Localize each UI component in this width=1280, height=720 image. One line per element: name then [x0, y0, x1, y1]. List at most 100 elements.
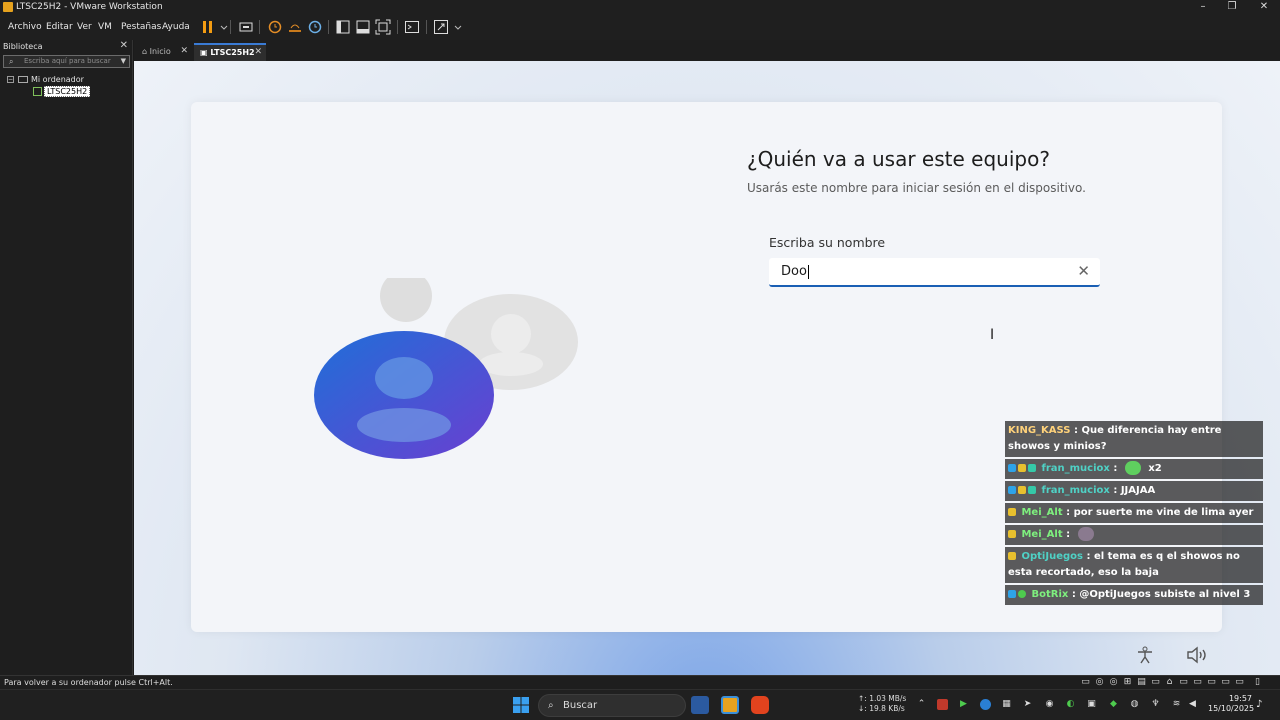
chat-username: Mei_Alt [1021, 529, 1063, 540]
discord-icon[interactable]: ◉ [1044, 699, 1055, 710]
tab-ltsc25h2[interactable]: ▣ LTSC25H2 ✕ [194, 43, 266, 61]
tray-app-icon[interactable]: ▶ [958, 699, 969, 710]
device-icon[interactable]: ▭ [1080, 677, 1091, 688]
snapshot-icon[interactable] [267, 19, 283, 35]
window-title: LTSC25H2 - VMware Workstation [16, 2, 163, 12]
text-cursor-icon: I [990, 327, 995, 343]
badge-icon [1008, 590, 1016, 598]
tree-node-vm[interactable]: LTSC25H2 [33, 86, 91, 97]
device-icon[interactable]: ◎ [1108, 677, 1119, 688]
windows-start-icon[interactable] [513, 697, 529, 713]
wifi-icon[interactable]: ≋ [1171, 699, 1182, 710]
tray-app-icon[interactable] [980, 699, 991, 710]
device-icon[interactable]: ▤ [1136, 677, 1147, 688]
device-icon[interactable]: ⌂ [1164, 677, 1175, 688]
accessibility-icon[interactable] [1135, 646, 1155, 668]
vm-running-icon [33, 87, 42, 96]
menu-pestanas[interactable]: Pestañas [119, 14, 163, 40]
vmware-logo-icon [3, 2, 13, 12]
badge-icon [1018, 590, 1026, 598]
menu-ver[interactable]: Ver [75, 14, 94, 40]
snapshot-manager-icon[interactable] [307, 19, 323, 35]
chat-username: fran_muciox [1041, 463, 1110, 474]
thumbnail-view-icon[interactable] [355, 19, 371, 35]
telegram-icon[interactable]: ➤ [1022, 699, 1033, 710]
show-hidden-icons-icon[interactable]: ⌃ [916, 699, 927, 710]
menu-ayuda[interactable]: Ayuda [160, 14, 192, 40]
microphone-icon[interactable]: ♆ [1150, 699, 1161, 710]
console-icon[interactable] [404, 19, 420, 35]
minimize-button[interactable]: – [1187, 0, 1219, 14]
taskbar-clock[interactable]: 19:57 15/10/2025 [1208, 694, 1254, 714]
tray-app-icon[interactable]: ◐ [1065, 699, 1076, 710]
stream-chat-overlay: KING_KASS : Que diferencia hay entre sho… [1005, 421, 1263, 607]
toolbar-separator [259, 20, 260, 34]
revert-snapshot-icon[interactable] [287, 19, 303, 35]
chat-message: fran_muciox : x2 [1005, 459, 1263, 479]
library-search-placeholder: Escriba aquí para buscar [24, 57, 111, 65]
menu-editar[interactable]: Editar [44, 14, 75, 40]
emote-icon [1124, 461, 1141, 475]
chat-message: KING_KASS : Que diferencia hay entre sho… [1005, 421, 1263, 457]
name-input[interactable]: Doo ✕ [769, 258, 1100, 287]
fullscreen-icon[interactable] [375, 19, 391, 35]
collapse-icon[interactable]: − [7, 76, 14, 83]
toolbar-separator [328, 20, 329, 34]
app-icon[interactable] [691, 696, 709, 714]
tray-app-icon[interactable]: ▦ [1001, 699, 1012, 710]
device-icon[interactable]: ▭ [1150, 677, 1161, 688]
restore-button[interactable]: ❐ [1216, 0, 1248, 14]
text-caret [807, 264, 809, 279]
brave-browser-icon[interactable] [751, 696, 769, 714]
library-search-input[interactable]: ⌕ Escriba aquí para buscar ▼ [3, 55, 130, 68]
pause-dropdown-icon[interactable] [216, 19, 228, 35]
notification-bell-icon[interactable]: ♪ [1256, 699, 1262, 710]
device-icon[interactable]: ◎ [1094, 677, 1105, 688]
toolbar-separator [230, 20, 231, 34]
chat-message: OptiJuegos : el tema es q el showos no e… [1005, 547, 1263, 583]
menu-vm[interactable]: VM [96, 14, 114, 40]
chat-username: OptiJuegos [1021, 551, 1083, 562]
close-button[interactable]: ✕ [1248, 0, 1280, 14]
menu-bar: Archivo Editar Ver VM Pestañas Ayuda [0, 14, 1280, 40]
search-icon: ⌕ [548, 700, 554, 711]
tray-app-icon[interactable] [937, 699, 948, 710]
library-title: Biblioteca [3, 42, 43, 51]
tab-close-icon[interactable]: ✕ [180, 43, 188, 60]
toolbar-separator [426, 20, 427, 34]
badge-icon [1008, 530, 1016, 538]
stretch-icon[interactable] [433, 19, 449, 35]
chevron-down-icon[interactable]: ▼ [121, 56, 126, 67]
library-view-icon[interactable] [335, 19, 351, 35]
vmware-taskbar-icon[interactable] [721, 696, 739, 714]
device-icon[interactable]: ▭ [1220, 677, 1231, 688]
speaker-icon[interactable]: ◀ [1187, 699, 1198, 710]
page-subtitle: Usarás este nombre para iniciar sesión e… [747, 181, 1086, 195]
badge-icon [1008, 464, 1016, 472]
clear-input-icon[interactable]: ✕ [1077, 258, 1090, 285]
tray-app-icon[interactable]: ◍ [1129, 699, 1140, 710]
pause-icon[interactable] [200, 19, 216, 35]
tray-app-icon[interactable]: ◆ [1108, 699, 1119, 710]
device-icon[interactable]: ▭ [1234, 677, 1245, 688]
panel-toggle-icon[interactable]: ▯ [1252, 677, 1263, 688]
menu-archivo[interactable]: Archivo [6, 14, 44, 40]
library-close-icon[interactable]: ✕ [120, 40, 128, 51]
tree-node-label: Mi ordenador [31, 75, 84, 84]
tray-app-icon[interactable]: ▣ [1086, 699, 1097, 710]
device-icon[interactable]: ▭ [1206, 677, 1217, 688]
taskbar-search[interactable]: ⌕ Buscar [538, 694, 686, 717]
send-keys-icon[interactable] [238, 19, 254, 35]
status-bar: Para volver a su ordenador pulse Ctrl+Al… [0, 675, 1280, 689]
stretch-dropdown-icon[interactable] [450, 19, 462, 35]
tree-node-my-computer[interactable]: − Mi ordenador [7, 75, 84, 84]
tab-close-icon[interactable]: ✕ [254, 45, 262, 60]
tab-inicio[interactable]: ⌂ Inicio ✕ [136, 43, 192, 61]
vm-tab-icon: ▣ [200, 48, 211, 57]
device-icon[interactable]: ▭ [1192, 677, 1203, 688]
device-icon[interactable]: ⊞ [1122, 677, 1133, 688]
chat-message: Mei_Alt : [1005, 525, 1263, 545]
device-icon[interactable]: ▭ [1178, 677, 1189, 688]
volume-icon[interactable] [1186, 646, 1210, 668]
title-bar: LTSC25H2 - VMware Workstation – ❐ ✕ [0, 0, 1280, 14]
